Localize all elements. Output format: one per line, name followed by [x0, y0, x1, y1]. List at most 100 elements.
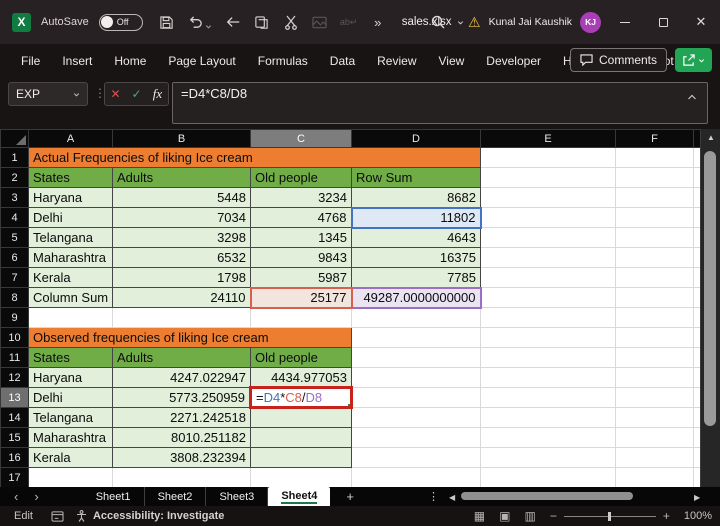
row-header-13[interactable]: 13: [0, 387, 29, 408]
cell-D10[interactable]: [351, 327, 481, 348]
cell-D16[interactable]: [351, 447, 481, 468]
ribbon-tab-data[interactable]: Data: [319, 44, 366, 77]
cell-C14[interactable]: [250, 407, 352, 428]
zoom-in-icon[interactable]: +: [663, 509, 670, 523]
cell-B8[interactable]: 24110: [112, 287, 251, 308]
autosave-toggle[interactable]: Off: [98, 13, 143, 31]
close-button[interactable]: ✕: [682, 0, 720, 44]
cell-E12[interactable]: [480, 367, 616, 388]
confirm-entry-icon[interactable]: ✓: [126, 83, 147, 105]
cell-A15[interactable]: Maharashtra: [28, 427, 113, 448]
cell-A3[interactable]: Haryana: [28, 187, 113, 208]
cell-F14[interactable]: [615, 407, 694, 428]
insert-function-icon[interactable]: fx: [147, 83, 168, 105]
row-header-7[interactable]: 7: [0, 267, 29, 288]
cell-C6[interactable]: 9843: [250, 247, 352, 268]
cell-C11[interactable]: Old people: [250, 347, 352, 368]
macro-record-icon[interactable]: [51, 510, 64, 522]
cell-A17[interactable]: [28, 467, 113, 488]
ribbon-tab-developer[interactable]: Developer: [475, 44, 552, 77]
cell-C7[interactable]: 5987: [250, 267, 352, 288]
next-sheet-icon[interactable]: ›: [34, 490, 38, 503]
minimize-button[interactable]: [606, 0, 644, 44]
formula-input[interactable]: =D4*C8/D8: [172, 82, 708, 124]
cell-F8[interactable]: [615, 287, 694, 308]
warning-icon[interactable]: ⚠: [468, 15, 481, 29]
cell-B3[interactable]: 5448: [112, 187, 251, 208]
row-header-14[interactable]: 14: [0, 407, 29, 428]
copy-icon[interactable]: [254, 14, 270, 30]
cell-C12[interactable]: 4434.977053: [250, 367, 352, 388]
cell-D3[interactable]: 8682: [351, 187, 481, 208]
user-name[interactable]: Kunal Jai Kaushik: [489, 16, 572, 28]
cell-A14[interactable]: Telangana: [28, 407, 113, 428]
row-header-10[interactable]: 10: [0, 327, 29, 348]
cell-B2[interactable]: Adults: [112, 167, 251, 188]
cell-F3[interactable]: [615, 187, 694, 208]
cell-E15[interactable]: [480, 427, 616, 448]
ribbon-tab-insert[interactable]: Insert: [51, 44, 103, 77]
cell-D8[interactable]: 49287.0000000000: [350, 286, 482, 309]
cell-D15[interactable]: [351, 427, 481, 448]
cell-F5[interactable]: [615, 227, 694, 248]
row-header-1[interactable]: 1: [0, 147, 29, 168]
row-header-4[interactable]: 4: [0, 207, 29, 228]
cell-D7[interactable]: 7785: [351, 267, 481, 288]
cell-E6[interactable]: [480, 247, 616, 268]
avatar[interactable]: KJ: [580, 11, 602, 33]
cell-B17[interactable]: [112, 467, 251, 488]
cell-F9[interactable]: [615, 307, 694, 328]
ribbon-tab-review[interactable]: Review: [366, 44, 427, 77]
sheet-bar-overflow-icon[interactable]: ⋮: [428, 490, 439, 503]
cell-E3[interactable]: [480, 187, 616, 208]
accessibility-status[interactable]: Accessibility: Investigate: [93, 510, 224, 522]
cell-E16[interactable]: [480, 447, 616, 468]
qat-overflow-icon[interactable]: »: [370, 14, 386, 30]
row-header-15[interactable]: 15: [0, 427, 29, 448]
name-box[interactable]: EXP: [8, 82, 88, 106]
cell-A6[interactable]: Maharashtra: [28, 247, 113, 268]
cell-A13[interactable]: Delhi: [28, 387, 113, 408]
horizontal-scroll-thumb[interactable]: [461, 492, 633, 500]
cell-C13[interactable]: =D4*C8/D8: [249, 386, 353, 409]
cell-A2[interactable]: States: [28, 167, 113, 188]
picture-icon[interactable]: [312, 14, 328, 30]
sheet-tab-sheet4[interactable]: Sheet4: [268, 487, 331, 506]
cell-D17[interactable]: [351, 467, 481, 488]
cell-A1[interactable]: Actual Frequencies of liking Ice cream: [28, 147, 481, 168]
cell-A12[interactable]: Haryana: [28, 367, 113, 388]
cell-C2[interactable]: Old people: [250, 167, 352, 188]
cell-E11[interactable]: [480, 347, 616, 368]
cell-D12[interactable]: [351, 367, 481, 388]
cell-F16[interactable]: [615, 447, 694, 468]
cell-B12[interactable]: 4247.022947: [112, 367, 251, 388]
cell-D11[interactable]: [351, 347, 481, 368]
cell-B9[interactable]: [112, 307, 251, 328]
cell-A7[interactable]: Kerala: [28, 267, 113, 288]
cell-A16[interactable]: Kerala: [28, 447, 113, 468]
row-header-8[interactable]: 8: [0, 287, 29, 308]
row-header-9[interactable]: 9: [0, 307, 29, 328]
cell-E7[interactable]: [480, 267, 616, 288]
cell-A10[interactable]: Observed frequencies of liking Ice cream: [28, 327, 352, 348]
ribbon-tab-file[interactable]: File: [10, 44, 51, 77]
scroll-up-icon[interactable]: ▲: [701, 129, 720, 145]
cell-E5[interactable]: [480, 227, 616, 248]
select-all-corner[interactable]: [0, 129, 29, 148]
save-icon[interactable]: [159, 14, 175, 30]
cell-B4[interactable]: 7034: [112, 207, 251, 228]
normal-view-icon[interactable]: ▦: [474, 510, 485, 522]
cut-icon[interactable]: [283, 14, 299, 30]
scroll-right-icon[interactable]: ▶: [694, 493, 700, 502]
cell-E14[interactable]: [480, 407, 616, 428]
cell-B15[interactable]: 8010.251182: [112, 427, 251, 448]
cell-B6[interactable]: 6532: [112, 247, 251, 268]
add-sheet-button[interactable]: +: [330, 487, 370, 506]
cell-D14[interactable]: [351, 407, 481, 428]
col-header-A[interactable]: A: [28, 129, 113, 148]
cell-B13[interactable]: 5773.250959: [112, 387, 251, 408]
cell-E13[interactable]: [480, 387, 616, 408]
row-header-12[interactable]: 12: [0, 367, 29, 388]
cell-B16[interactable]: 3808.232394: [112, 447, 251, 468]
cell-A4[interactable]: Delhi: [28, 207, 113, 228]
